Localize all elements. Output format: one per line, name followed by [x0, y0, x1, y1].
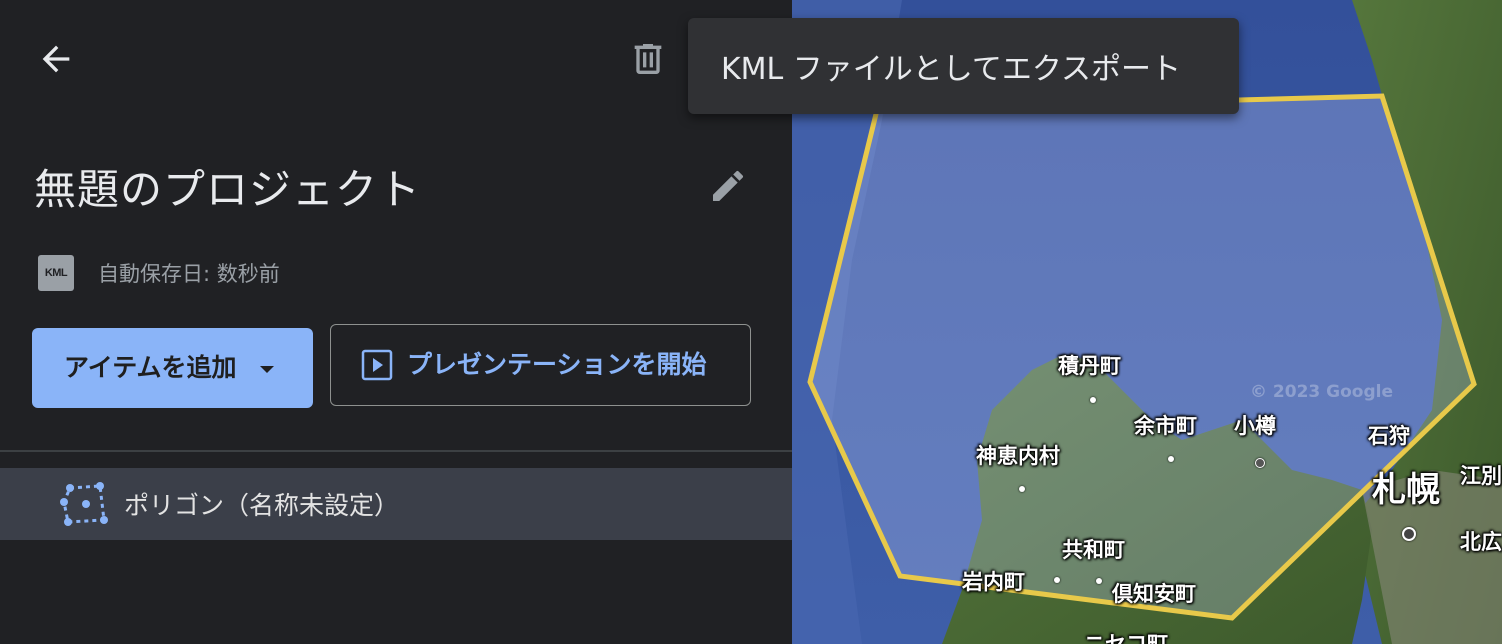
place-label-ebetsu[interactable]: 江別 — [1460, 460, 1502, 490]
place-label-kyowa[interactable]: 共和町 — [1062, 534, 1125, 564]
start-presentation-button[interactable]: プレゼンテーションを開始 — [330, 324, 751, 406]
list-item-polygon[interactable]: ポリゴン（名称未設定） — [0, 468, 792, 540]
start-presentation-label: プレゼンテーションを開始 — [407, 350, 707, 379]
place-label-otaru[interactable]: 小樽 — [1234, 410, 1276, 440]
place-label-yoichi[interactable]: 余市町 — [1134, 410, 1197, 440]
place-dot — [1090, 397, 1096, 403]
polygon-icon — [60, 482, 108, 526]
edit-title-button[interactable] — [700, 160, 756, 212]
place-label-ishikari[interactable]: 石狩 — [1368, 420, 1410, 450]
place-dot — [1096, 578, 1102, 584]
autosave-text: 自動保存日: 数秒前 — [98, 262, 280, 286]
arrow-back-icon — [42, 45, 70, 73]
place-label-kitahiroshima[interactable]: 北広 — [1460, 526, 1502, 556]
autosave-status: KML 自動保存日: 数秒前 — [38, 254, 280, 292]
place-dot — [1019, 486, 1025, 492]
place-dot — [1402, 527, 1416, 541]
kml-file-icon: KML — [38, 255, 74, 291]
back-button[interactable] — [28, 34, 84, 84]
place-dot — [1168, 456, 1174, 462]
pencil-icon — [713, 170, 744, 201]
place-label-sapporo[interactable]: 札幌 — [1372, 462, 1440, 511]
play-box-icon — [361, 349, 393, 381]
map-copyright: © 2023 Google — [1250, 382, 1393, 402]
add-item-label: アイテムを追加 — [64, 353, 237, 382]
place-label-kutchan[interactable]: 倶知安町 — [1112, 578, 1196, 608]
trash-icon — [634, 44, 662, 74]
project-title: 無題のプロジェクト — [34, 165, 422, 214]
tooltip-text: KML ファイルとしてエクスポート — [721, 52, 1182, 87]
place-label-kamoenai[interactable]: 神恵内村 — [976, 440, 1060, 470]
caret-down-icon — [260, 366, 274, 373]
place-dot — [1054, 577, 1060, 583]
project-panel: 無題のプロジェクト KML 自動保存日: 数秒前 アイテムを追加 プレゼンテーシ… — [0, 0, 792, 644]
place-label-shakotan[interactable]: 積丹町 — [1058, 350, 1121, 380]
divider — [0, 450, 792, 452]
place-label-niseko[interactable]: ニセコ町 — [1084, 628, 1168, 644]
add-item-button[interactable]: アイテムを追加 — [32, 328, 313, 408]
list-item-label: ポリゴン（名称未設定） — [124, 491, 400, 520]
place-label-iwanai[interactable]: 岩内町 — [962, 566, 1025, 596]
export-kml-tooltip: KML ファイルとしてエクスポート — [688, 18, 1239, 114]
place-dot — [1255, 458, 1265, 468]
delete-button[interactable] — [620, 34, 676, 84]
